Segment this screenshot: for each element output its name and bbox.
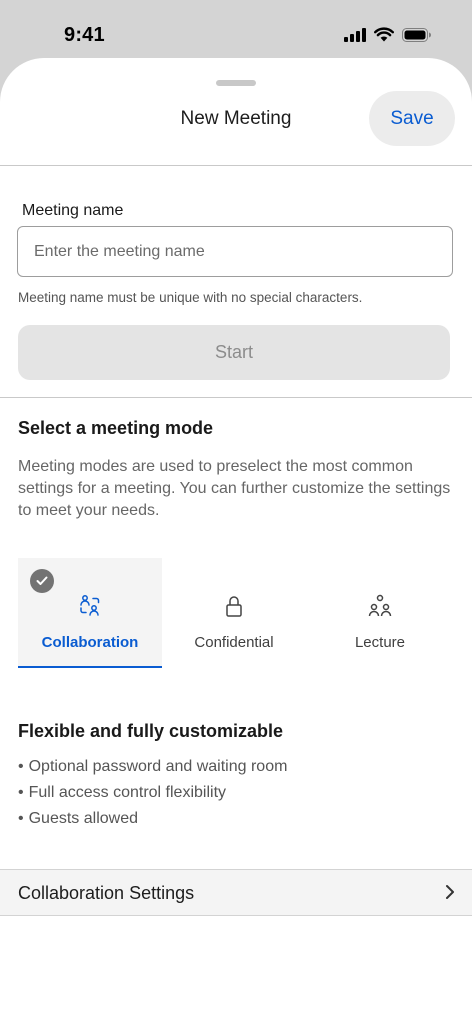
sheet-grabber[interactable]	[216, 80, 256, 86]
save-button[interactable]: Save	[369, 91, 455, 146]
meeting-name-helper: Meeting name must be unique with no spec…	[18, 290, 363, 305]
selected-check-icon	[30, 569, 54, 593]
start-button[interactable]: Start	[18, 325, 450, 380]
audience-icon	[368, 594, 392, 617]
new-meeting-sheet: New Meeting Save Meeting name Meeting na…	[0, 58, 472, 1024]
lock-icon	[226, 596, 242, 617]
meeting-name-label: Meeting name	[22, 202, 124, 219]
settings-row-label: Collaboration Settings	[18, 883, 195, 903]
feature-item: Full access control flexibility	[18, 780, 287, 806]
cellular-signal-icon	[344, 27, 366, 42]
mode-label-confidential: Confidential	[194, 634, 274, 651]
mode-tab-confidential[interactable]: Confidential	[162, 558, 306, 668]
mode-label-lecture: Lecture	[354, 634, 406, 651]
chevron-right-icon	[446, 885, 454, 899]
feature-list: Optional password and waiting room Full …	[18, 754, 288, 832]
mode-tab-lecture[interactable]: Lecture	[308, 558, 452, 668]
status-icons	[344, 27, 432, 42]
feature-item: Optional password and waiting room	[18, 754, 288, 780]
mode-section-title: Select a meeting mode	[18, 418, 214, 438]
header-divider	[0, 165, 472, 166]
battery-icon	[402, 27, 431, 42]
status-time: 9:41	[64, 24, 105, 46]
people-icon	[80, 595, 100, 616]
feature-item: Guests allowed	[18, 806, 287, 832]
wifi-icon	[374, 27, 394, 42]
mode-label-collaboration: Collaboration	[41, 634, 139, 651]
mode-details-title: Flexible and fully customizable	[18, 721, 284, 741]
meeting-name-input[interactable]	[17, 226, 453, 277]
collaboration-settings-row[interactable]: Collaboration Settings	[0, 869, 472, 916]
section-divider	[0, 397, 472, 398]
mode-tab-collaboration[interactable]: Collaboration	[18, 558, 162, 668]
mode-section-description: Meeting modes are used to preselect the …	[18, 458, 451, 519]
status-bar: 9:41	[0, 0, 472, 60]
